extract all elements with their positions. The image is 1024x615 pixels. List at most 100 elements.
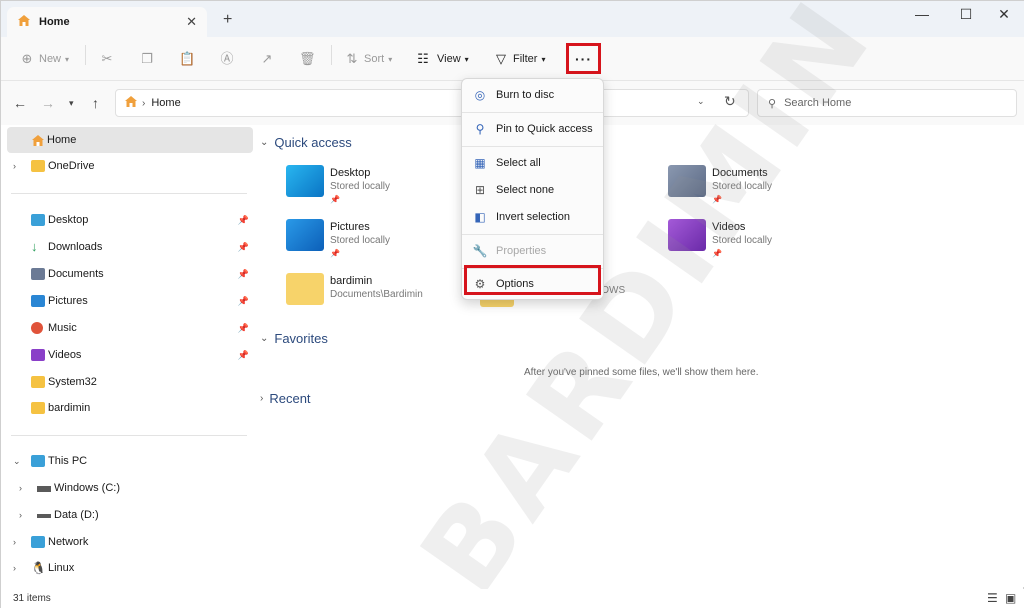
quick-access-item-videos[interactable]: Videos Stored locally 📌 [668, 219, 868, 263]
close-window-button[interactable]: ✕ [989, 5, 1019, 23]
tab-close-icon[interactable]: ✕ [186, 14, 197, 30]
pin-icon[interactable]: 📌 [238, 269, 249, 280]
quick-access-item-documents[interactable]: Documents Stored locally 📌 [668, 165, 868, 209]
up-arrow-icon[interactable]: ↑ [92, 95, 99, 111]
sidebar-item-documents[interactable]: Documents 📌 [7, 261, 253, 287]
tiles-view-icon[interactable]: ▣ [1005, 591, 1016, 605]
breadcrumb-separator-icon[interactable]: › [142, 98, 145, 109]
filter-button[interactable]: ▽ Filter ▾ [493, 49, 545, 69]
pin-icon[interactable]: 📌 [238, 242, 249, 253]
menu-item-select-all[interactable]: ▦ Select all [466, 150, 600, 176]
item-name: Desktop [330, 167, 371, 179]
item-location: Stored locally [330, 181, 391, 192]
favorites-header[interactable]: ⌄ Favorites [260, 331, 328, 346]
sidebar-item-this-pc[interactable]: ⌄ This PC [7, 448, 253, 474]
menu-item-label: Invert selection [496, 211, 570, 223]
search-icon: ⚲ [768, 97, 777, 110]
menu-item-properties[interactable]: 🔧 Properties [466, 238, 600, 264]
address-bar[interactable]: › Home [115, 89, 749, 117]
divider [462, 234, 603, 235]
navigation-pane: Home › OneDrive Desktop 📌 ↓ Downloads 📌 … [1, 125, 254, 587]
quick-access-item-pictures[interactable]: Pictures Stored locally 📌 [286, 219, 486, 263]
forward-arrow-icon[interactable]: → [41, 95, 55, 111]
copy-icon[interactable]: ❐ [139, 49, 155, 69]
quick-access-item-bardimin[interactable]: bardimin Documents\Bardimin [286, 273, 486, 317]
details-view-icon[interactable]: ☰ [987, 591, 998, 605]
menu-item-pin-to-quick-access[interactable]: ⚲ Pin to Quick access [466, 116, 600, 142]
maximize-button[interactable]: ☐ [951, 5, 981, 23]
search-input[interactable] [784, 97, 985, 109]
chevron-right-icon[interactable]: › [13, 563, 16, 573]
new-button[interactable]: ⊕ New ▾ [19, 49, 69, 69]
sort-button[interactable]: ⇅ Sort ▾ [344, 49, 393, 69]
sidebar-item-data-d[interactable]: › Data (D:) [7, 502, 253, 528]
sidebar-item-downloads[interactable]: ↓ Downloads 📌 [7, 234, 253, 260]
pin-icon[interactable]: 📌 [238, 296, 249, 307]
tab-home[interactable]: Home ✕ [7, 7, 207, 37]
folder-icon [31, 376, 45, 388]
recent-locations-chevron-icon[interactable]: ▾ [69, 98, 74, 109]
see-more-button[interactable]: ··· [566, 43, 601, 74]
sidebar-item-home[interactable]: Home [7, 127, 253, 153]
pin-icon[interactable]: 📌 [238, 215, 249, 226]
plus-circle-icon: ⊕ [21, 51, 33, 66]
chevron-down-icon: ▾ [464, 54, 469, 64]
sidebar-item-bardimin[interactable]: bardimin [7, 395, 253, 421]
sidebar-item-label: Pictures [48, 295, 88, 307]
new-label: New [39, 53, 62, 65]
download-icon: ↓ [31, 239, 38, 254]
pin-icon[interactable]: 📌 [238, 350, 249, 361]
item-location: Documents\Bardimin [330, 289, 423, 300]
network-icon [31, 536, 45, 548]
pictures-icon [31, 295, 45, 307]
sidebar-item-windows-c[interactable]: › Windows (C:) [7, 475, 253, 501]
chevron-right-icon[interactable]: › [260, 393, 263, 404]
item-location: Stored locally [330, 235, 391, 246]
menu-item-select-none[interactable]: ⊞ Select none [466, 177, 600, 203]
select-none-icon: ⊞ [474, 183, 486, 197]
chevron-right-icon[interactable]: › [19, 483, 22, 493]
file-explorer-window: Home ✕ + — ☐ ✕ ⊕ New ▾ ✂ ❐ 📋 Ⓐ ↗ 🗑 ⇅ Sor… [0, 0, 1024, 615]
breadcrumb-home[interactable]: Home [151, 97, 180, 109]
divider [11, 193, 247, 194]
quick-access-header[interactable]: ⌄ Quick access [260, 135, 352, 150]
search-box[interactable]: ⚲ [757, 89, 1017, 117]
chevron-down-icon[interactable]: ⌄ [260, 137, 268, 148]
pin-icon[interactable]: 📌 [238, 323, 249, 334]
quick-access-item-desktop[interactable]: Desktop Stored locally 📌 [286, 165, 486, 209]
refresh-icon[interactable]: ↻ [724, 93, 736, 110]
chevron-down-icon[interactable]: ⌄ [260, 333, 268, 344]
minimize-button[interactable]: — [907, 5, 937, 23]
sidebar-item-linux[interactable]: › 🐧 Linux [7, 555, 253, 581]
chevron-right-icon[interactable]: › [13, 537, 16, 547]
pin-icon: 📌 [330, 195, 340, 204]
rename-icon[interactable]: Ⓐ [219, 49, 235, 69]
divider [462, 112, 603, 113]
sidebar-item-desktop[interactable]: Desktop 📌 [7, 207, 253, 233]
menu-item-burn-to-disc[interactable]: ◎ Burn to disc [466, 82, 600, 108]
sidebar-item-system32[interactable]: System32 [7, 369, 253, 395]
sidebar-item-pictures[interactable]: Pictures 📌 [7, 288, 253, 314]
sidebar-item-network[interactable]: › Network [7, 529, 253, 555]
cut-icon[interactable]: ✂ [99, 49, 115, 69]
recent-header[interactable]: › Recent [260, 391, 311, 406]
delete-icon[interactable]: 🗑 [299, 49, 316, 69]
sidebar-item-videos[interactable]: Videos 📌 [7, 342, 253, 368]
paste-icon[interactable]: 📋 [179, 49, 195, 69]
new-tab-button[interactable]: + [223, 11, 232, 29]
section-title: Recent [269, 391, 311, 406]
pin-icon: 📌 [712, 249, 722, 258]
back-arrow-icon[interactable]: ← [13, 95, 27, 111]
chevron-down-icon: ▾ [65, 54, 70, 64]
favorites-empty-message: After you've pinned some files, we'll sh… [524, 367, 759, 378]
chevron-right-icon[interactable]: › [13, 161, 16, 171]
chevron-right-icon[interactable]: › [19, 510, 22, 520]
sidebar-item-onedrive[interactable]: › OneDrive [7, 153, 253, 179]
address-dropdown-icon[interactable]: ⌄ [697, 96, 705, 107]
menu-item-invert-selection[interactable]: ◧ Invert selection [466, 204, 600, 230]
sidebar-item-music[interactable]: Music 📌 [7, 315, 253, 341]
view-button[interactable]: ☷ View ▾ [415, 49, 469, 69]
divider [462, 146, 603, 147]
share-icon[interactable]: ↗ [259, 49, 275, 69]
chevron-down-icon[interactable]: ⌄ [13, 456, 21, 467]
